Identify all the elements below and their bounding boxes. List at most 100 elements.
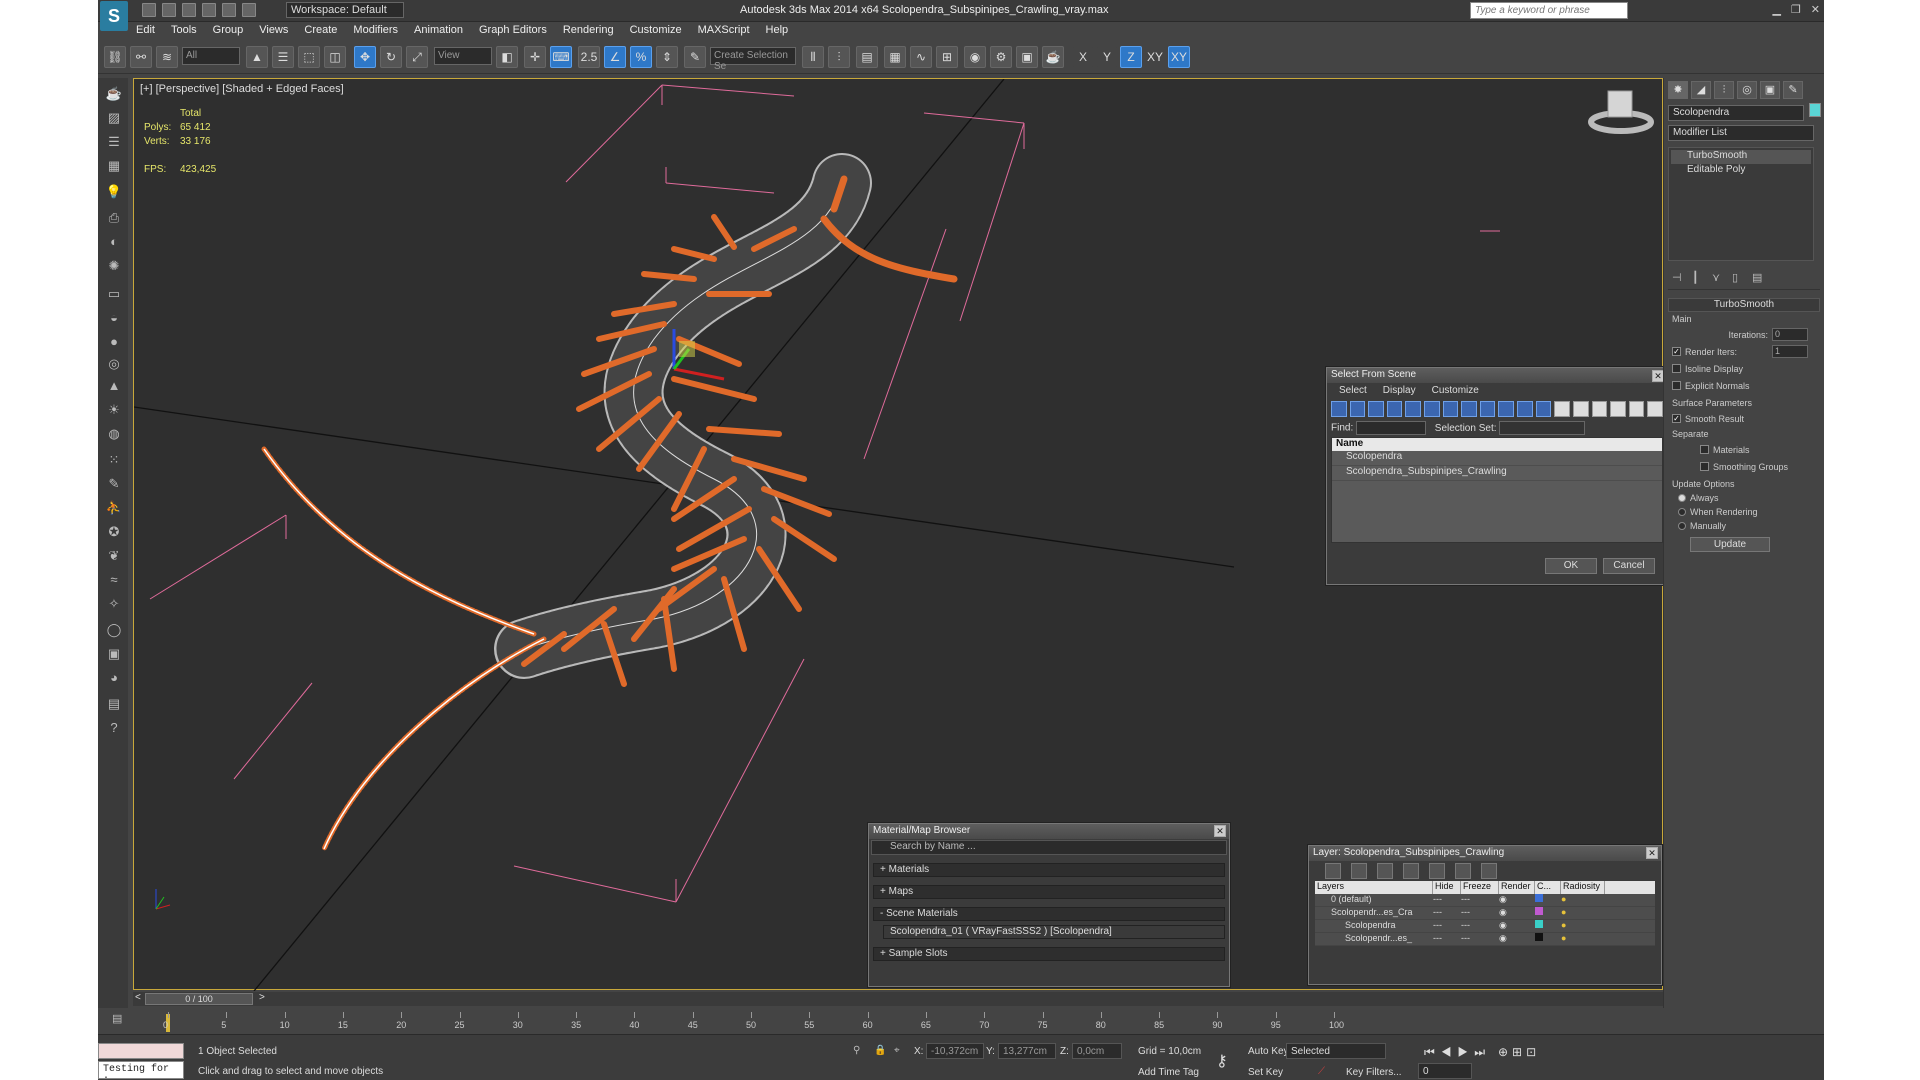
add-to-layer-icon[interactable]	[1377, 863, 1393, 879]
make-unique-icon[interactable]: ⋎	[1712, 271, 1726, 285]
next-frame-icon[interactable]: >	[259, 992, 265, 1003]
hair-icon[interactable]: ≈	[103, 570, 125, 590]
menu-customize[interactable]: Customize	[1432, 385, 1479, 397]
shape-filter-icon[interactable]	[1349, 401, 1366, 417]
mirror-icon[interactable]: ⫴	[802, 46, 824, 68]
axis-constraint-xy-cycle[interactable]: XY	[1168, 46, 1190, 68]
always-radio[interactable]	[1678, 494, 1686, 502]
key-filters-button[interactable]: Key Filters...	[1346, 1067, 1402, 1078]
save-icon[interactable]	[182, 3, 196, 17]
select-scale-icon[interactable]: ⤢	[406, 46, 428, 68]
iterations-spinner[interactable]: 0	[1772, 328, 1808, 341]
layer-row[interactable]: Scolopendra --- --- ◉ ●	[1315, 920, 1655, 933]
align-icon[interactable]: ⫶	[828, 46, 850, 68]
display-none-icon[interactable]	[1572, 401, 1589, 417]
table-icon[interactable]: ▦	[103, 156, 125, 176]
doc-icon[interactable]: ▤	[103, 694, 125, 714]
frozen-filter-icon[interactable]	[1517, 401, 1533, 417]
close-icon[interactable]: ✕	[1811, 3, 1820, 16]
menu-animation[interactable]: Animation	[406, 22, 471, 40]
graphite-tools-icon[interactable]: ▦	[884, 46, 906, 68]
env-sphere-icon[interactable]: ◯	[103, 620, 125, 640]
render-iters-spinner[interactable]: 1	[1772, 345, 1808, 358]
smooth-result-checkbox[interactable]: ✓	[1672, 414, 1681, 423]
cancel-button[interactable]: Cancel	[1603, 558, 1655, 574]
undo-icon[interactable]	[202, 3, 216, 17]
modify-tab-icon[interactable]: ◢	[1691, 81, 1711, 99]
set-key-button[interactable]: Set Key	[1248, 1067, 1283, 1078]
xref-filter-icon[interactable]	[1461, 401, 1477, 417]
layer-row[interactable]: Scolopendr...es_Cra --- --- ◉ ●	[1315, 907, 1655, 920]
dome-icon[interactable]: ◒	[103, 308, 125, 328]
teapot-icon[interactable]: ☕	[103, 84, 125, 104]
box-icon[interactable]: ▭	[103, 284, 125, 304]
manually-radio[interactable]	[1678, 522, 1686, 530]
remove-modifier-icon[interactable]: ▯	[1732, 271, 1746, 285]
select-rotate-icon[interactable]: ↻	[380, 46, 402, 68]
turbosmooth-rollout-header[interactable]: TurboSmooth	[1668, 298, 1820, 312]
menu-tools[interactable]: Tools	[163, 22, 205, 40]
named-selection-set-select[interactable]: Create Selection Se	[710, 47, 796, 72]
scene-icon[interactable]: ▣	[103, 644, 125, 664]
display-tab-icon[interactable]: ▣	[1760, 81, 1780, 99]
paint-icon[interactable]: ✎	[103, 474, 125, 494]
col-freeze[interactable]: Freeze	[1461, 881, 1499, 894]
reference-coordinate-select[interactable]: View	[434, 47, 492, 65]
menu-graph-editors[interactable]: Graph Editors	[471, 22, 555, 40]
playback-controls[interactable]: ⏮◀▶⏭	[1424, 1045, 1491, 1060]
open-icon[interactable]	[162, 3, 176, 17]
y-coordinate-field[interactable]: 13,277cm	[998, 1043, 1056, 1059]
group-filter-icon[interactable]	[1442, 401, 1459, 417]
explicit-normals-checkbox[interactable]	[1672, 381, 1681, 390]
display-all-icon[interactable]	[1554, 401, 1570, 417]
time-slider[interactable]: 0 / 100	[145, 993, 253, 1005]
edit-named-selection-icon[interactable]: ✎	[684, 46, 706, 68]
menu-select[interactable]: Select	[1339, 385, 1367, 397]
menu-modifiers[interactable]: Modifiers	[345, 22, 406, 40]
rect-selection-icon[interactable]: ⬚	[298, 46, 320, 68]
lock-selection-icon[interactable]: 🔒	[874, 1045, 886, 1056]
app-logo-icon[interactable]: S	[100, 1, 128, 31]
menu-edit[interactable]: Edit	[128, 22, 163, 40]
list-item[interactable]: Scolopendra	[1332, 451, 1662, 466]
materials-checkbox[interactable]	[1700, 445, 1709, 454]
col-color[interactable]: C...	[1535, 881, 1561, 894]
cone-icon[interactable]: ▲	[103, 376, 125, 396]
select-objects-icon[interactable]	[1403, 863, 1419, 879]
spinner-snap-icon[interactable]: ⇕	[656, 46, 678, 68]
sun-icon[interactable]: ☀	[103, 400, 125, 420]
maxscript-listener[interactable]	[98, 1043, 184, 1059]
perspective-viewport[interactable]: [+] [Perspective] [Shaded + Edged Faces]…	[133, 78, 1668, 991]
col-layers[interactable]: Layers	[1315, 881, 1433, 894]
invert-display-icon[interactable]	[1591, 401, 1608, 417]
material-item[interactable]: Scolopendra_01 ( VRayFastSSS2 ) [Scolope…	[883, 925, 1225, 939]
pivot-center-icon[interactable]: ◧	[496, 46, 518, 68]
when-rendering-radio[interactable]	[1678, 508, 1686, 516]
image-icon[interactable]: ▨	[103, 108, 125, 128]
world-icon[interactable]: ◕	[103, 668, 125, 688]
globe-icon[interactable]: ◍	[103, 424, 125, 444]
utilities-tab-icon[interactable]: ✎	[1783, 81, 1803, 99]
new-icon[interactable]	[142, 3, 156, 17]
project-icon[interactable]	[242, 3, 256, 17]
camera-filter-icon[interactable]	[1386, 401, 1403, 417]
smoothing-groups-checkbox[interactable]	[1700, 462, 1709, 471]
ok-button[interactable]: OK	[1545, 558, 1597, 574]
menu-create[interactable]: Create	[296, 22, 345, 40]
light-filter-icon[interactable]	[1368, 401, 1384, 417]
group-scene-materials[interactable]: - Scene Materials	[873, 907, 1225, 921]
render-setup-icon[interactable]: ⚙	[990, 46, 1012, 68]
key-set-select[interactable]: Selected	[1286, 1043, 1386, 1059]
modifier-list-select[interactable]: Modifier List	[1668, 125, 1814, 141]
maxscript-input[interactable]: Testing for :	[98, 1061, 184, 1080]
col-hide[interactable]: Hide	[1433, 881, 1461, 894]
selection-set-select[interactable]	[1499, 421, 1586, 435]
highlight-icon[interactable]	[1429, 863, 1445, 879]
layer-row[interactable]: Scolopendr...es_ --- --- ◉ ●	[1315, 933, 1655, 946]
scene-object-list[interactable]: Name Scolopendra Scolopendra_Subspinipes…	[1331, 437, 1663, 543]
isoline-checkbox[interactable]	[1672, 364, 1681, 373]
menu-display[interactable]: Display	[1383, 385, 1416, 397]
figure-icon[interactable]: ⛹	[103, 498, 125, 518]
select-object-icon[interactable]: ▲	[246, 46, 268, 68]
update-button[interactable]: Update	[1690, 537, 1770, 552]
